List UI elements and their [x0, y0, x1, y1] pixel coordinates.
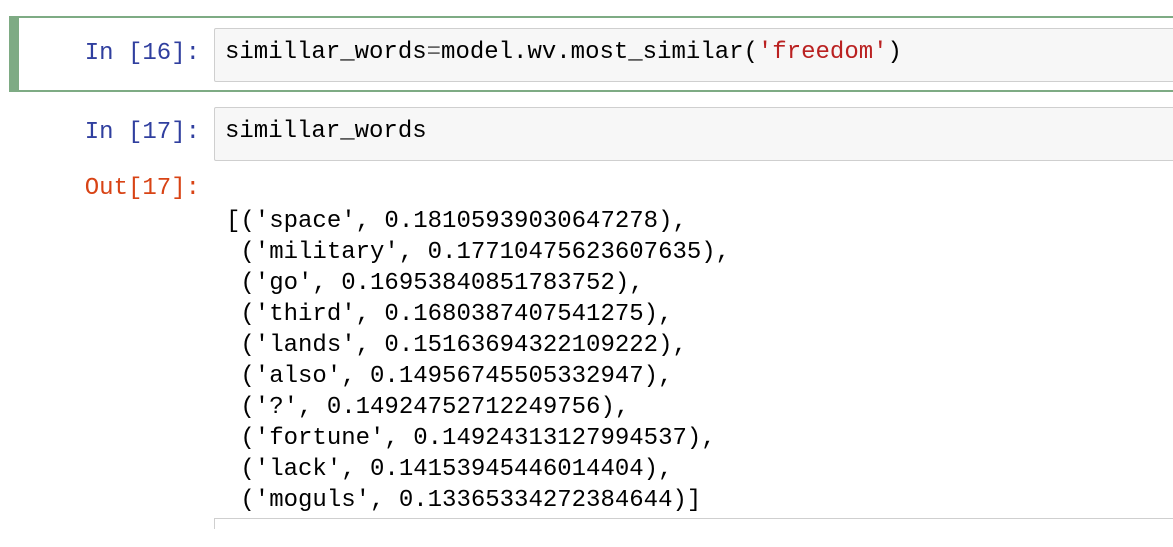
input-prompt-17: In [17]: [84, 119, 200, 146]
output-line: ('go', 0.16953840851783752), [226, 270, 644, 297]
output-line: ('fortune', 0.14924313127994537), [226, 425, 716, 452]
next-code-input[interactable] [214, 518, 1173, 529]
output-area-17: [('space', 0.18105939030647278), ('milit… [226, 175, 730, 547]
output-line: ('moguls', 0.13365334272384644)] [226, 487, 702, 514]
output-line: ('lands', 0.15163694322109222), [226, 332, 687, 359]
code-end: ) [887, 39, 902, 66]
code-input-17[interactable]: simillar_words [214, 107, 1173, 161]
output-prompt-17: Out[17]: [84, 175, 200, 202]
output-line: ('also', 0.14956745505332947), [226, 363, 673, 390]
code-operator: = [426, 39, 442, 66]
output-line: [('space', 0.18105939030647278), [226, 208, 687, 235]
code-variable: simillar_words [225, 39, 427, 66]
input-prompt-16: In [16]: [84, 40, 200, 67]
code-string: 'freedom' [757, 39, 888, 66]
code-call: model.wv.most_similar( [441, 39, 758, 66]
output-line: ('lack', 0.14153945446014404), [226, 456, 673, 483]
output-line: ('?', 0.14924752712249756), [226, 394, 630, 421]
output-line: ('third', 0.1680387407541275), [226, 301, 673, 328]
code-input-16[interactable]: simillar_words=model.wv.most_similar('fr… [214, 28, 1173, 82]
output-line: ('military', 0.17710475623607635), [226, 239, 731, 266]
